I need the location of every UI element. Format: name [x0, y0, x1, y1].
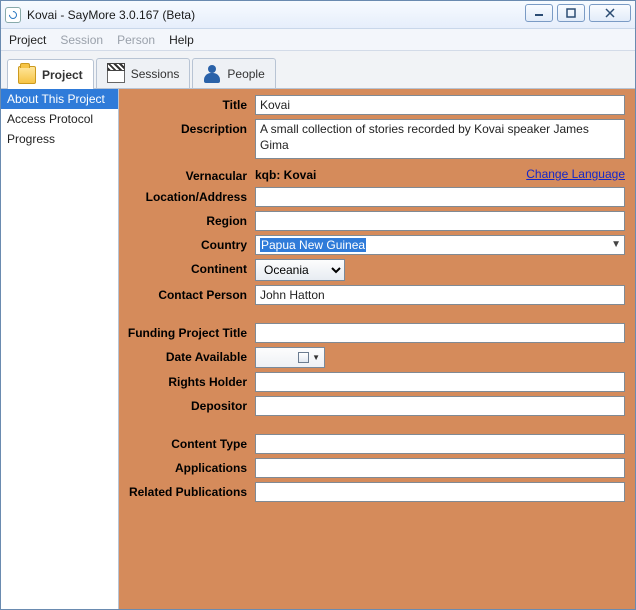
- tab-sessions[interactable]: Sessions: [96, 58, 191, 88]
- app-icon: [5, 7, 21, 23]
- label-contact: Contact Person: [125, 285, 255, 302]
- change-language-link[interactable]: Change Language: [526, 167, 625, 181]
- label-title: Title: [125, 95, 255, 112]
- menu-person: Person: [117, 33, 155, 47]
- chevron-down-icon: ▼: [312, 353, 320, 362]
- tab-people[interactable]: People: [192, 58, 275, 88]
- label-applications: Applications: [125, 458, 255, 475]
- menu-project[interactable]: Project: [9, 33, 46, 47]
- funding-input[interactable]: [255, 323, 625, 343]
- tab-people-label: People: [227, 67, 264, 81]
- tab-project-label: Project: [42, 68, 83, 82]
- label-depositor: Depositor: [125, 396, 255, 413]
- sidebar: About This Project Access Protocol Progr…: [1, 89, 119, 609]
- country-combo[interactable]: Papua New Guinea: [255, 235, 625, 255]
- location-input[interactable]: [255, 187, 625, 207]
- region-input[interactable]: [255, 211, 625, 231]
- rights-input[interactable]: [255, 372, 625, 392]
- menu-session: Session: [60, 33, 103, 47]
- description-input[interactable]: A small collection of stories recorded b…: [255, 119, 625, 159]
- label-continent: Continent: [125, 259, 255, 276]
- minimize-button[interactable]: [525, 4, 553, 22]
- tab-sessions-label: Sessions: [131, 67, 180, 81]
- app-window: Kovai - SayMore 3.0.167 (Beta) Project S…: [0, 0, 636, 610]
- label-country: Country: [125, 235, 255, 252]
- label-description: Description: [125, 119, 255, 136]
- title-bar: Kovai - SayMore 3.0.167 (Beta): [1, 1, 635, 29]
- depositor-input[interactable]: [255, 396, 625, 416]
- related-input[interactable]: [255, 482, 625, 502]
- continent-combo[interactable]: Oceania: [255, 259, 345, 281]
- vernacular-value: kqb: Kovai: [255, 166, 526, 182]
- label-related: Related Publications: [125, 482, 255, 499]
- label-vernacular: Vernacular: [125, 166, 255, 183]
- window-title: Kovai - SayMore 3.0.167 (Beta): [27, 8, 195, 22]
- label-rights: Rights Holder: [125, 372, 255, 389]
- sidebar-item-about[interactable]: About This Project: [1, 89, 118, 109]
- sidebar-item-access[interactable]: Access Protocol: [1, 109, 118, 129]
- clapperboard-icon: [107, 65, 125, 83]
- date-picker[interactable]: ▼: [255, 347, 325, 368]
- folder-icon: [18, 66, 36, 84]
- label-date: Date Available: [125, 347, 255, 364]
- person-icon: [203, 65, 221, 83]
- sidebar-item-progress[interactable]: Progress: [1, 129, 118, 149]
- close-button[interactable]: [589, 4, 631, 22]
- label-location: Location/Address: [125, 187, 255, 204]
- label-region: Region: [125, 211, 255, 228]
- maximize-button[interactable]: [557, 4, 585, 22]
- applications-input[interactable]: [255, 458, 625, 478]
- content-type-input[interactable]: [255, 434, 625, 454]
- form-panel: Title Description A small collection of …: [119, 89, 635, 609]
- title-input[interactable]: [255, 95, 625, 115]
- label-funding: Funding Project Title: [125, 323, 255, 340]
- contact-input[interactable]: [255, 285, 625, 305]
- label-content-type: Content Type: [125, 434, 255, 451]
- tab-strip: Project Sessions People: [1, 51, 635, 89]
- menu-help[interactable]: Help: [169, 33, 194, 47]
- menu-bar: Project Session Person Help: [1, 29, 635, 51]
- calendar-icon: [298, 352, 309, 363]
- tab-project[interactable]: Project: [7, 59, 94, 89]
